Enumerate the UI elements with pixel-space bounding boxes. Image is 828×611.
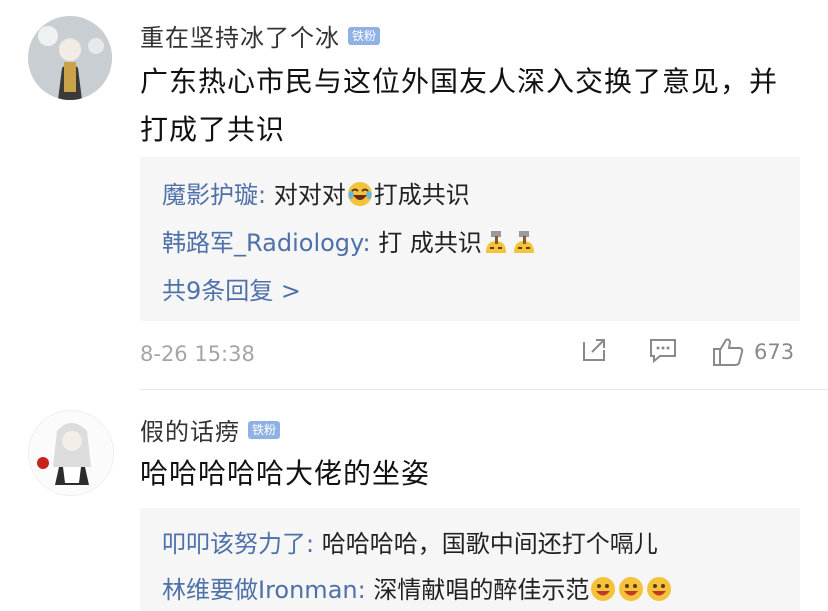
comment-footer: 8-26 15:38 673 <box>140 336 800 376</box>
reply-author[interactable]: 魔影护璇 <box>162 181 258 209</box>
comment-text: 广东热心市民与这位外国友人深入交换了意见，并打成了共识 <box>140 65 779 146</box>
laugh-cry-emoji <box>347 182 372 206</box>
grin-emoji <box>647 577 672 601</box>
reply-separator: : <box>357 576 374 604</box>
hammer-emoji <box>485 231 506 253</box>
reply-item[interactable]: 魔影护璇: 对对对 打成共识 <box>162 175 470 210</box>
grin-emoji <box>619 577 644 601</box>
reply-separator: : <box>258 181 274 209</box>
timestamp: 8-26 15:38 <box>140 342 255 366</box>
avatar-image <box>28 16 112 100</box>
reply-separator: : <box>362 229 379 257</box>
reply-box[interactable]: 魔影护璇: 对对对 打成共识 韩路军_Radiology: 打 成共识 共9条回复… <box>140 157 800 321</box>
reply-author[interactable]: 林维要做Ironman <box>162 576 358 604</box>
comment-card: 重在坚持冰了个冰 铁粉 广东热心市民与这位外国友人深入交换了意见，并打成了共识 … <box>0 0 828 390</box>
like-count: 673 <box>754 340 795 364</box>
comment-header: 假的话痨 铁粉 <box>140 412 281 447</box>
comment-icon <box>650 339 676 364</box>
reply-item[interactable]: 林维要做Ironman: 深情献唱的醉佳示范 <box>162 570 673 605</box>
hammer-emoji <box>513 231 534 253</box>
reply-item[interactable]: 叩叩该努力了: 哈哈哈哈，国歌中间还打个嗝儿 <box>162 524 658 559</box>
reply-text: 对对对 <box>273 181 346 209</box>
reply-box[interactable]: 叩叩该努力了: 哈哈哈哈，国歌中间还打个嗝儿 林维要做Ironman: 深情献唱… <box>140 508 800 611</box>
reply-author[interactable]: 韩路军_Radiology <box>162 229 362 257</box>
comment-button[interactable] <box>648 336 678 364</box>
username[interactable]: 假的话痨 <box>140 412 240 447</box>
share-icon <box>583 339 605 361</box>
avatar[interactable] <box>28 16 112 100</box>
avatar-image <box>29 411 113 495</box>
grin-emoji <box>591 577 616 601</box>
reply-text-tail: 打成共识 <box>373 181 470 209</box>
comment-card: 假的话痨 铁粉 哈哈哈哈哈大佬的坐姿 叩叩该努力了: 哈哈哈哈，国歌中间还打个嗝… <box>0 390 828 611</box>
fan-badge[interactable]: 铁粉 <box>248 420 281 439</box>
more-replies-link[interactable]: 共9条回复 > <box>162 271 301 306</box>
reply-item[interactable]: 韩路军_Radiology: 打 成共识 <box>162 223 538 258</box>
reply-author[interactable]: 叩叩该努力了 <box>162 530 306 558</box>
reply-separator: : <box>306 530 322 558</box>
reply-text: 深情献唱的醉佳示范 <box>373 576 590 604</box>
avatar[interactable] <box>28 410 114 496</box>
like-button[interactable]: 673 <box>712 336 794 368</box>
username[interactable]: 重在坚持冰了个冰 <box>140 18 340 53</box>
reply-text: 打 成共识 <box>378 229 482 257</box>
fan-badge[interactable]: 铁粉 <box>348 26 381 45</box>
thumbs-up-icon <box>713 338 744 366</box>
reply-text: 哈哈哈哈，国歌中间还打个嗝儿 <box>321 530 658 558</box>
comment-text: 哈哈哈哈哈大佬的坐姿 <box>140 457 431 490</box>
share-button[interactable] <box>580 336 608 364</box>
comment-header: 重在坚持冰了个冰 铁粉 <box>140 18 381 53</box>
